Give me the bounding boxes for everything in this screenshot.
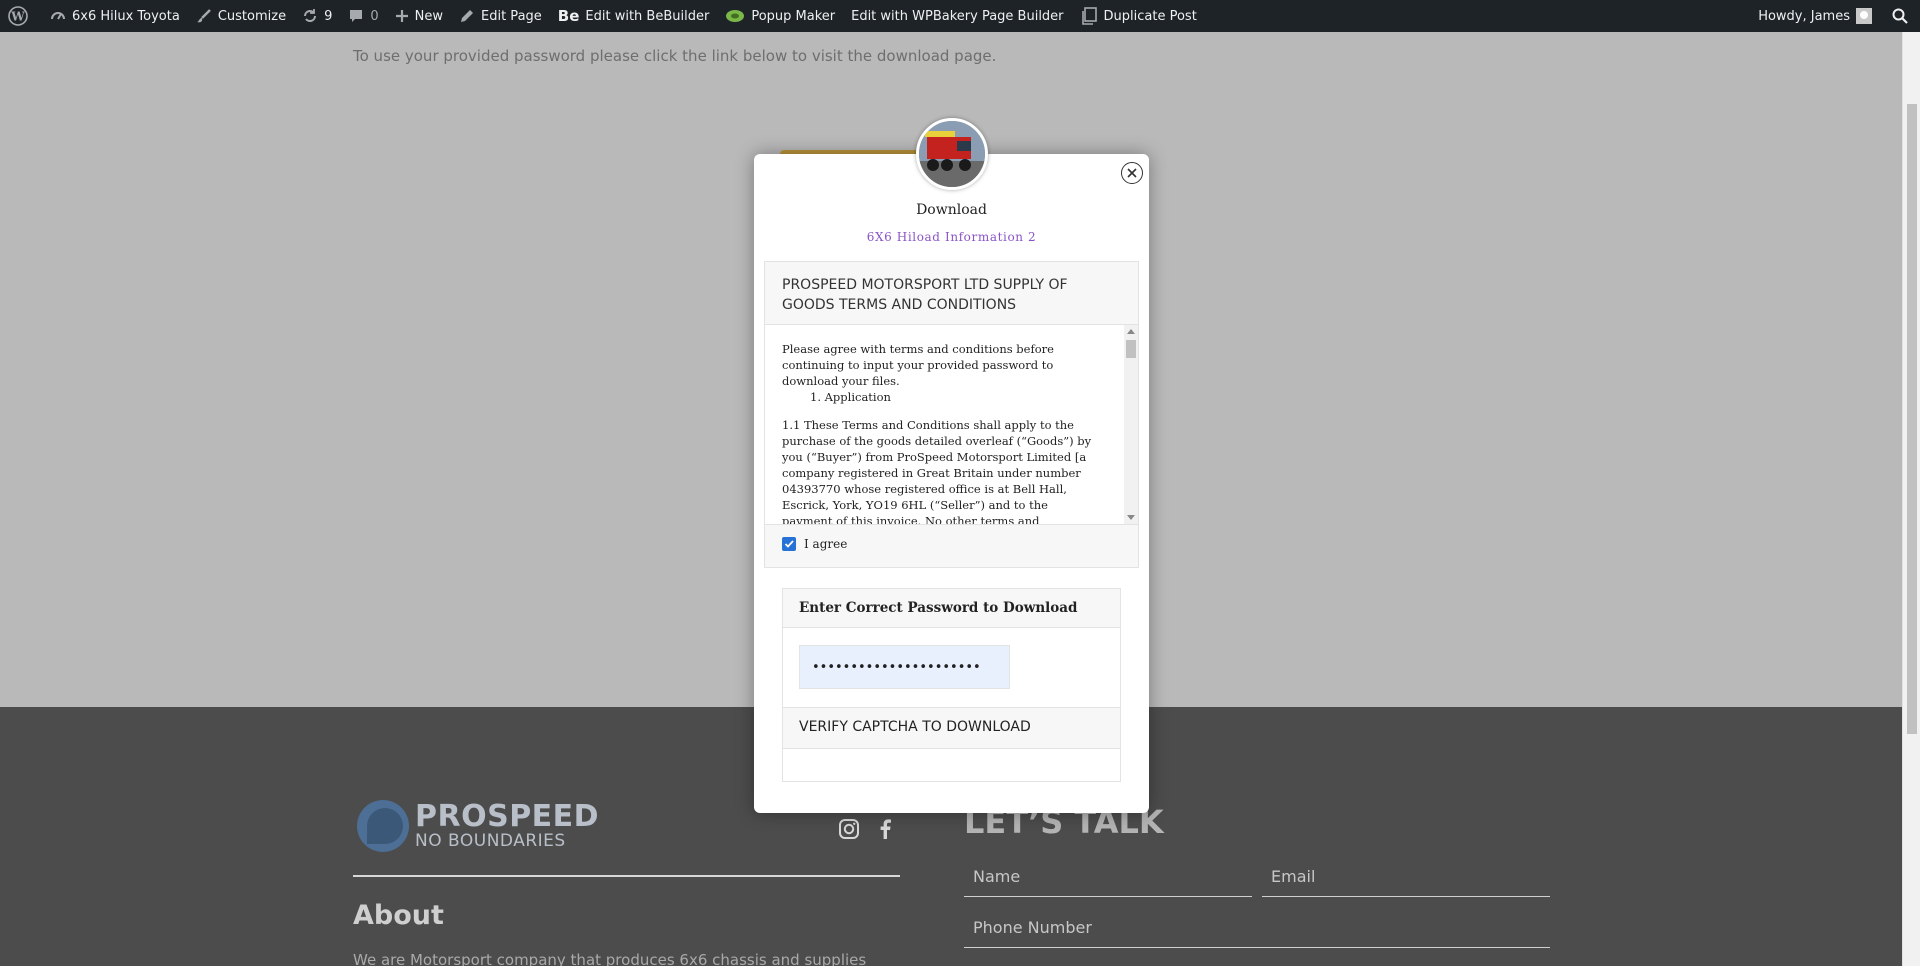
social-links [838,818,896,840]
agree-label: I agree [804,537,848,551]
comments-count: 0 [370,8,379,24]
admin-bar: W 6x6 Hilux Toyota Customize 9 0 New Edi… [0,0,1920,32]
my-account-menu[interactable]: Howdy, James [1750,0,1880,32]
pencil-icon [461,10,473,22]
edit-page-label: Edit Page [481,8,542,24]
modal-close-button[interactable] [1121,162,1143,184]
name-field[interactable] [964,857,1252,897]
duplicate-label: Duplicate Post [1103,8,1197,24]
search-icon [1892,8,1908,24]
terms-content: Please agree with terms and conditions b… [782,341,1102,525]
scroll-down-arrow[interactable] [1127,515,1135,520]
wordpress-icon: W [8,6,28,26]
terms-paragraph: 1.1 These Terms and Conditions shall app… [782,418,1092,525]
brush-icon [196,9,211,23]
wpbakery-link[interactable]: Edit with WPBakery Page Builder [843,0,1071,32]
duplicate-icon [1081,7,1097,25]
agree-row: I agree [782,537,847,551]
popup-maker-link[interactable]: Popup Maker [717,0,843,32]
modal-title: Download [916,202,987,218]
customize-label: Customize [217,8,287,24]
phone-field[interactable] [964,908,1550,948]
dashboard-icon [51,12,65,20]
new-label: New [414,8,443,24]
site-name-label: 6x6 Hilux Toyota [72,8,180,24]
modal-subtitle: 6X6 Hiload Information 2 [866,230,1037,244]
download-modal: Download 6X6 Hiload Information 2 PROSPE… [754,118,1149,813]
avatar [1856,8,1872,24]
popup-maker-label: Popup Maker [751,8,836,24]
bebuilder-icon: Be [557,7,580,25]
comments-link[interactable]: 0 [340,0,386,32]
footer-logo[interactable]: PROSPEED NO BOUNDARIES [357,800,599,852]
bebuilder-label: Edit with BeBuilder [585,8,710,24]
edit-page-link[interactable]: Edit Page [451,0,550,32]
captcha-widget-area[interactable] [783,749,1120,781]
logo-brand: PROSPEED [415,799,600,834]
about-heading: About [353,900,444,931]
close-icon [1127,168,1137,178]
terms-scrollbar-thumb[interactable] [1126,340,1136,358]
intro-text: To use your provided password please cli… [353,47,997,65]
facebook-icon[interactable] [874,818,896,840]
password-label: Enter Correct Password to Download [783,589,1120,628]
terms-section-heading: 1. Application [810,390,891,404]
updates-icon [304,9,317,22]
prospeed-logo-mark [357,800,409,852]
plus-icon [395,10,408,22]
comment-icon [350,10,363,22]
password-panel: Enter Correct Password to Download [782,588,1121,708]
email-field[interactable] [1262,857,1550,897]
terms-scroll-area[interactable]: Please agree with terms and conditions b… [765,324,1138,525]
instagram-icon[interactable] [838,818,860,840]
duplicate-post-link[interactable]: Duplicate Post [1072,0,1205,32]
updates-count: 9 [324,8,333,24]
wpbakery-label: Edit with WPBakery Page Builder [851,8,1064,24]
logo-tagline: NO BOUNDARIES [415,831,566,851]
bebuilder-link[interactable]: Be Edit with BeBuilder [550,0,718,32]
agree-checkbox[interactable] [782,537,796,551]
updates-link[interactable]: 9 [294,0,340,32]
new-content-menu[interactable]: New [387,0,451,32]
checkmark-icon [784,540,794,548]
admin-search-button[interactable] [1880,0,1920,32]
howdy-label: Howdy, James [1758,8,1850,24]
customize-link[interactable]: Customize [188,0,294,32]
scroll-up-arrow[interactable] [1127,329,1135,334]
page-scrollbar[interactable] [1902,32,1920,966]
page-scrollbar-thumb[interactable] [1907,104,1917,734]
terms-heading: PROSPEED MOTORSPORT LTD SUPPLY OF GOODS … [782,277,1068,313]
password-input[interactable] [799,645,1010,689]
site-name-menu[interactable]: 6x6 Hilux Toyota [42,0,188,32]
captcha-panel: VERIFY CAPTCHA TO DOWNLOAD [782,707,1121,782]
popup-maker-icon [726,10,745,22]
terms-intro: Please agree with terms and conditions b… [782,342,1054,388]
terms-panel: PROSPEED MOTORSPORT LTD SUPPLY OF GOODS … [764,261,1139,568]
wordpress-logo-menu[interactable]: W [0,0,42,32]
svg-text:W: W [10,10,25,24]
terms-scrollbar[interactable] [1124,325,1138,524]
captcha-label: VERIFY CAPTCHA TO DOWNLOAD [783,708,1120,749]
footer-divider [353,875,900,877]
modal-vehicle-image [916,118,988,190]
about-text: We are Motorsport company that produces … [353,951,867,966]
